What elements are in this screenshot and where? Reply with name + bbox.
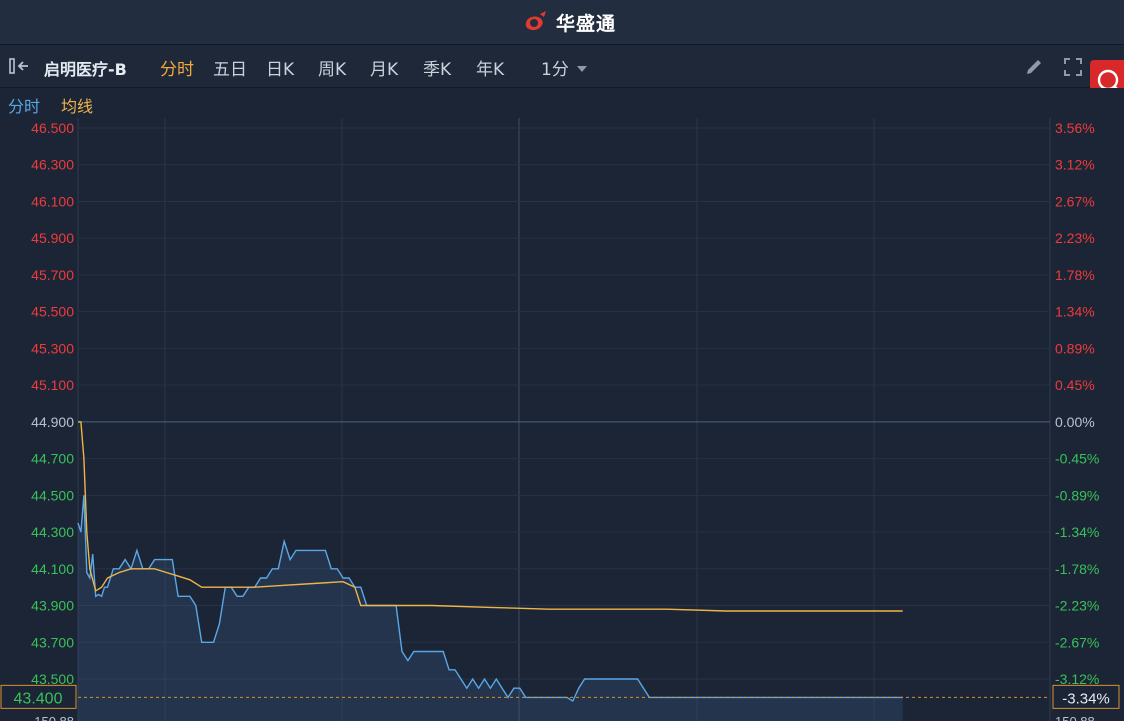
y-tick-label: 46.500 [31,120,74,136]
fullscreen-icon[interactable] [1063,57,1083,77]
volume-label-right: 150.88 [1055,714,1095,721]
collapse-sidebar-icon[interactable] [8,57,34,75]
pct-tick-label: -0.45% [1055,451,1099,467]
chart-legend: 分时 均线 [0,88,1124,119]
pct-tick-label: 2.23% [1055,230,1095,246]
pct-tick-label: 1.78% [1055,267,1095,283]
legend-average: 均线 [61,97,94,116]
period-tabs: 分时 五日 日K 周K 月K 季K 年K [160,55,528,80]
y-tick-label: 43.900 [31,598,74,614]
pct-tick-label: -3.12% [1055,671,1099,687]
tab-quarterly-k[interactable]: 季K [423,55,476,80]
y-tick-label: 45.900 [31,230,74,246]
tab-monthly-k[interactable]: 月K [370,55,423,80]
brand-logo: 华盛通 [520,9,616,35]
y-tick-label: 44.900 [31,414,74,430]
pct-tick-label: 0.89% [1055,340,1095,356]
y-tick-label: 45.500 [31,304,74,320]
interval-value: 1分 [541,60,569,80]
pct-tick-label: -1.78% [1055,561,1099,577]
tab-yearly-k[interactable]: 年K [476,55,528,80]
y-tick-label: 46.300 [31,157,74,173]
tab-five-day[interactable]: 五日 [213,55,266,80]
pencil-icon[interactable] [1024,57,1044,77]
pct-tick-label: -2.67% [1055,634,1099,650]
y-tick-label: 45.300 [31,340,74,356]
tab-weekly-k[interactable]: 周K [318,55,370,80]
y-tick-label: 44.500 [31,487,74,503]
y-tick-label: 46.100 [31,193,74,209]
y-tick-label: 44.700 [31,451,74,467]
y-tick-label: 44.100 [31,561,74,577]
pct-tick-label: 3.56% [1055,120,1095,136]
current-pct-label: -3.34% [1062,690,1110,707]
y-tick-label: 43.500 [31,671,74,687]
legend-price: 分时 [8,97,41,116]
intraday-chart[interactable]: 46.500 3.56% 46.300 3.12% 46.100 2.67% 45.900 2… [0,118,1124,721]
pct-tick-label: 2.67% [1055,193,1095,209]
y-tick-label: 45.100 [31,377,74,393]
tab-intraday[interactable]: 分时 [160,55,213,80]
pct-tick-label: 1.34% [1055,304,1095,320]
top-bar: 华盛通 [0,0,1124,45]
brand-logo-icon [525,11,546,31]
stock-name: 启明医疗-B [44,60,127,79]
interval-select[interactable]: 1分 [541,55,587,80]
pct-tick-label: 0.45% [1055,377,1095,393]
y-tick-label: 45.700 [31,267,74,283]
y-tick-label: 43.700 [31,634,74,650]
pct-tick-label: -2.23% [1055,598,1099,614]
pct-tick-label: -1.34% [1055,524,1099,540]
brand-name: 华盛通 [556,12,617,35]
toolbar: 启明医疗-B 分时 五日 日K 周K 月K 季K 年K 1分 [0,45,1124,88]
volume-label-left: 150.88 [34,714,74,721]
tab-daily-k[interactable]: 日K [266,55,318,80]
current-price-label: 43.400 [14,690,63,707]
y-tick-label: 44.300 [31,524,74,540]
pct-tick-label: 0.00% [1055,414,1095,430]
pct-tick-label: -0.89% [1055,487,1099,503]
chevron-down-icon [576,65,587,72]
pct-tick-label: 3.12% [1055,157,1095,173]
